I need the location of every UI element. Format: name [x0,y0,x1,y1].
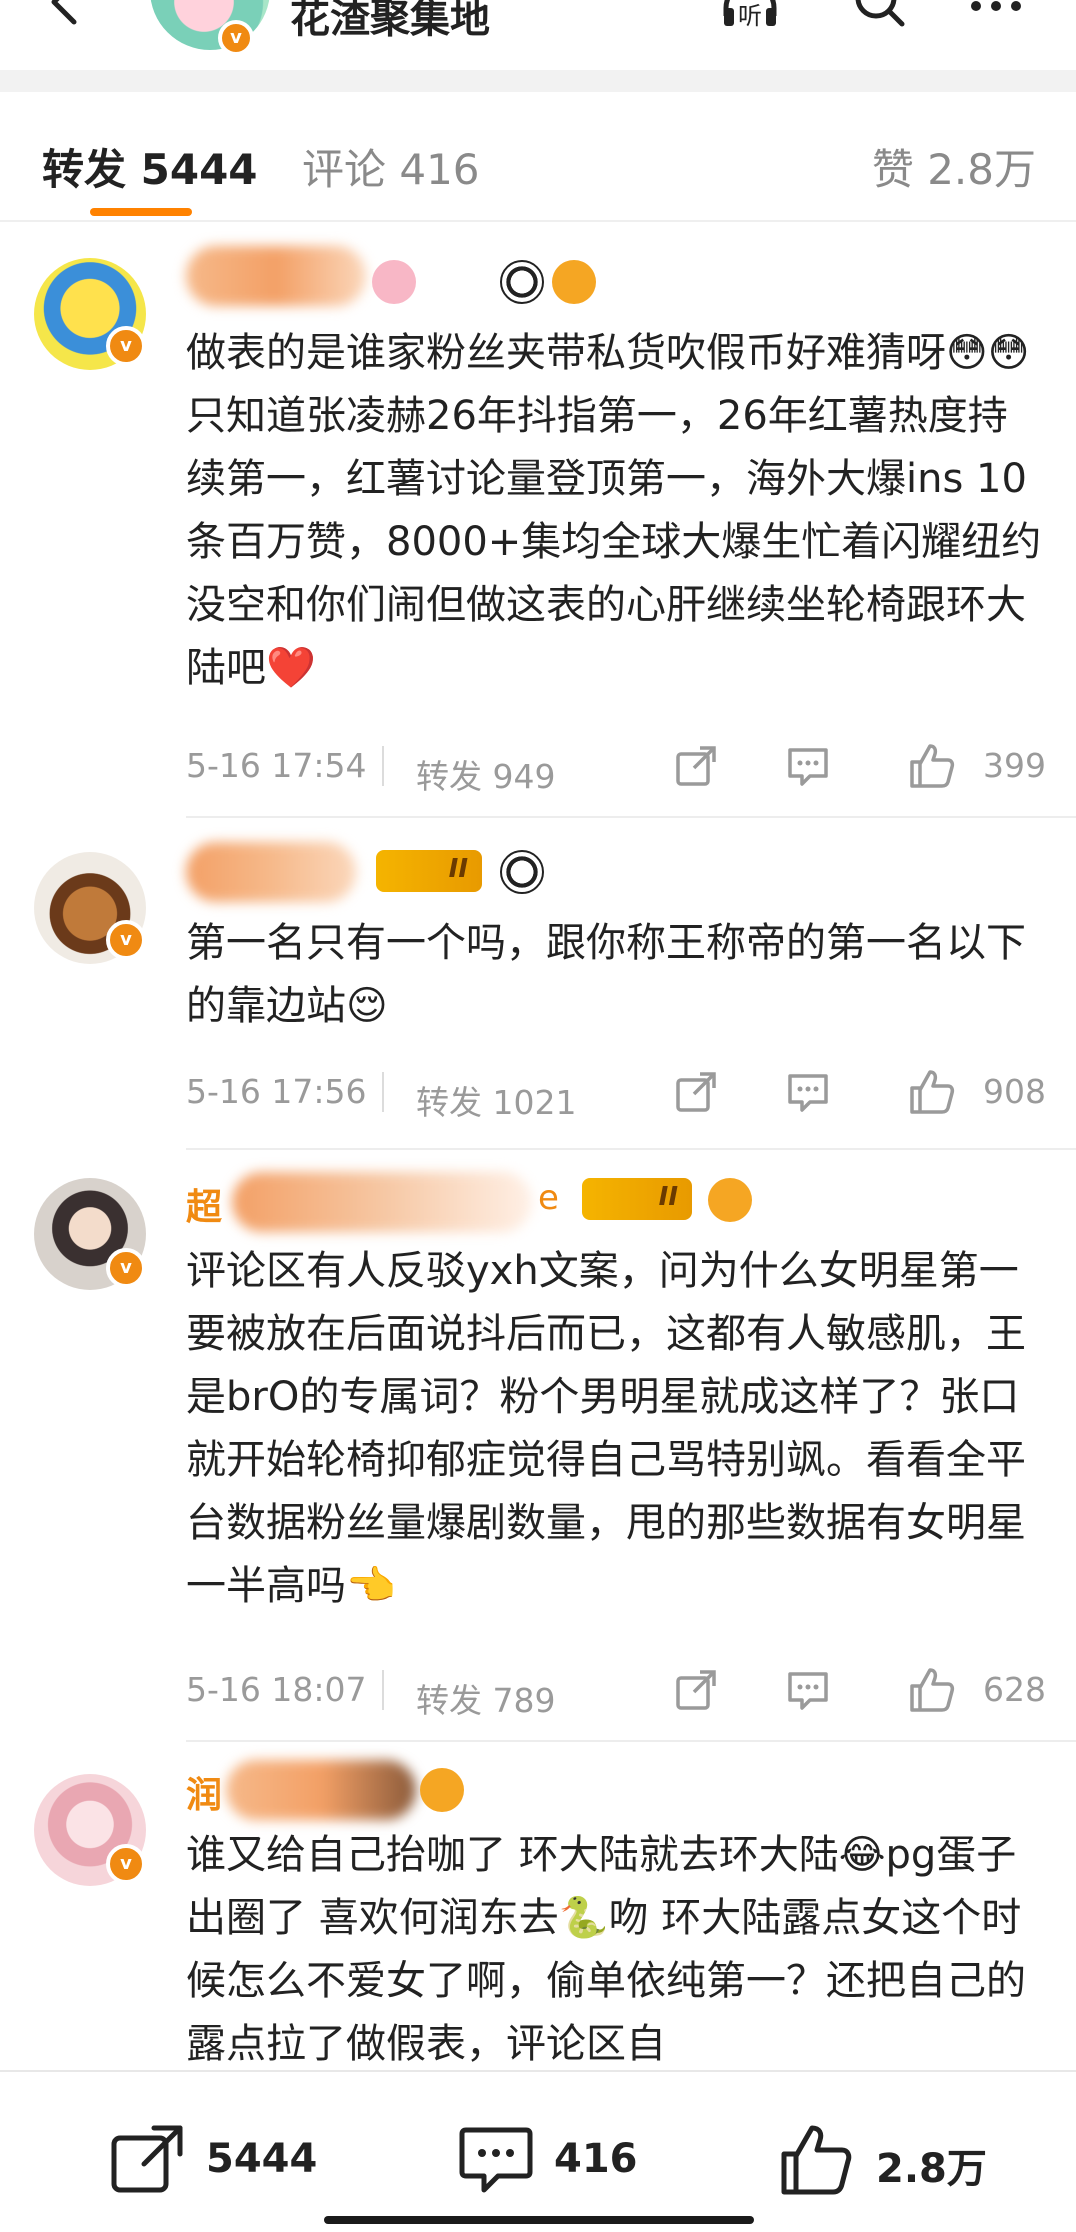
home-indicator[interactable] [324,2216,754,2224]
divider [382,1072,384,1112]
divider [382,1670,384,1710]
comment-icon[interactable] [784,742,832,790]
header-divider [0,70,1076,92]
verified-badge-icon: v [106,1844,146,1884]
pig-badge-icon [372,260,416,304]
comment-text: 第一名只有一个吗，跟你称王称帝的第一名以下的靠边站😌 [186,920,1026,1029]
divider [382,746,384,786]
comment-icon [459,2127,533,2193]
member-crown-badge: II [376,850,482,892]
comment-count: 416 [554,2136,638,2182]
listen-label: 听 [738,2,762,30]
interaction-tabs: 转发 5444 评论 416 赞 2.8万 [0,92,1076,222]
username-blurred[interactable] [186,246,366,306]
comment-text: 谁又给自己抬咖了 环大陆就去环大陆😂pg蛋子出圈了 喜欢何润东去🐍吻 环大陆露点… [186,1832,1026,2067]
list-item: v 超 e II 评论区有人反驳yxh文案，问为什么女明星第一要被放在后面说抖后… [0,1152,1076,1742]
level-label: II [658,1182,678,1212]
like-count: 628 [983,1670,1046,1709]
comment-icon[interactable] [784,1068,832,1116]
tab-comment[interactable]: 评论 416 [302,136,480,197]
top-nav-bar: v 花渣聚集地 听 [0,0,1076,70]
comment-icon[interactable] [784,1666,832,1714]
like-count: 908 [983,1072,1046,1111]
share-icon [111,2125,183,2193]
comment-button[interactable]: 416 [458,2124,658,2194]
thumbs-up-icon[interactable] [908,1068,956,1116]
share-icon[interactable] [672,1068,720,1116]
back-arrow-icon[interactable] [36,0,96,38]
thumbs-up-icon [781,2125,852,2195]
level-label: II [448,854,468,884]
repost-count[interactable]: 转发 789 [416,1674,555,1722]
username-blurred[interactable] [232,1172,532,1232]
like-count: 399 [983,746,1046,785]
thumbs-up-icon[interactable] [908,742,956,790]
comment-meta: 5-16 18:07 转发 789 628 [186,1666,1056,1720]
listen-icon[interactable]: 听 [720,0,780,38]
comment-text: 评论区有人反驳yxh文案，问为什么女明星第一要被放在后面说抖后而已，这都有人敏感… [186,1248,1026,1609]
timestamp: 5-16 17:56 [186,1072,367,1111]
repost-button[interactable]: 5444 [110,2124,330,2194]
tab-like[interactable]: 赞 2.8万 [872,136,1036,197]
like-button[interactable]: 2.8万 [780,2124,1010,2195]
like-count: 2.8万 [876,2146,987,2192]
thumbs-up-icon[interactable] [908,1666,956,1714]
account-name[interactable]: 花渣聚集地 [290,0,490,44]
username-visible[interactable]: 润 [186,1766,222,1818]
fish-badge-icon [420,1768,464,1812]
verified-badge-icon: v [106,326,146,366]
list-item: v 润 谁又给自己抬咖了 环大陆就去环大陆😂pg蛋子出圈了 喜欢何润东去🐍吻 环… [0,1744,1076,2070]
list-item: v 做表的是谁家粉丝夹带私货吹假币好难猜呀😳😳只知道张凌赫26年抖指第一，26年… [0,224,1076,818]
username-blurred[interactable] [186,842,356,902]
fish-badge-icon [552,260,596,304]
timestamp: 5-16 17:54 [186,746,367,785]
more-icon[interactable] [966,0,1026,38]
divider [186,1148,1076,1150]
fish-badge-icon [708,1178,752,1222]
comment-meta: 5-16 17:56 转发 1021 908 [186,1068,1056,1122]
active-tab-indicator [90,208,192,216]
comment-meta: 5-16 17:54 转发 949 399 [186,742,1056,796]
verified-badge-icon: v [106,1248,146,1288]
panda-badge-icon [500,260,544,304]
bottom-action-bar: 5444 416 2.8万 [0,2070,1076,2232]
verified-badge-icon: v [218,20,254,56]
search-icon[interactable] [850,0,910,38]
repost-count: 5444 [206,2136,318,2182]
repost-count[interactable]: 转发 949 [416,750,555,798]
verified-badge-icon: v [106,920,146,960]
share-icon[interactable] [672,742,720,790]
username-visible[interactable]: 超 [186,1178,222,1230]
divider [186,816,1076,818]
member-crown-badge: II [582,1178,692,1220]
list-item: v II 第一名只有一个吗，跟你称王称帝的第一名以下的靠边站😌 5-16 17:… [0,820,1076,1150]
username-blurred[interactable] [226,1760,416,1820]
username-tail: e [538,1178,559,1218]
timestamp: 5-16 18:07 [186,1670,367,1709]
repost-count[interactable]: 转发 1021 [416,1076,576,1124]
comment-text: 做表的是谁家粉丝夹带私货吹假币好难猜呀😳😳只知道张凌赫26年抖指第一，26年红薯… [186,330,1042,691]
divider [186,1740,1076,1742]
panda-badge-icon [500,850,544,894]
share-icon[interactable] [672,1666,720,1714]
tab-repost[interactable]: 转发 5444 [42,136,258,197]
